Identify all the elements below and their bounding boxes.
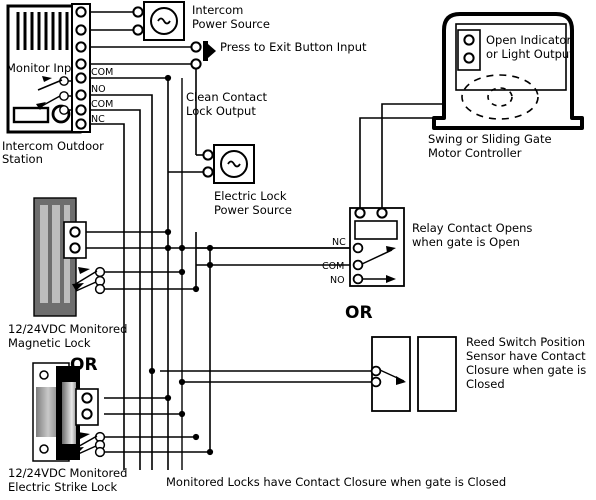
power-terminal-2[interactable] bbox=[132, 24, 144, 36]
relay-label-nc: NC bbox=[332, 237, 346, 248]
maglock-terminal-2[interactable] bbox=[69, 242, 81, 254]
press-to-exit-button[interactable]: Press to Exit Button Input bbox=[190, 40, 367, 70]
terminal-5-com[interactable] bbox=[75, 72, 87, 84]
clean-contact-caption-2: Lock Output bbox=[186, 104, 256, 118]
relay-note-2: when gate is Open bbox=[412, 235, 520, 249]
nameplate bbox=[12, 106, 50, 124]
relay-coil-terminal-2[interactable] bbox=[376, 207, 388, 219]
relay-contact-module[interactable]: NC COM NO Relay Contact Opens when gate … bbox=[322, 207, 532, 287]
electric-lock-power-caption-1: Electric Lock bbox=[214, 189, 287, 203]
clean-contact-caption-1: Clean Contact bbox=[186, 90, 268, 104]
maglock-stripe-2 bbox=[52, 205, 60, 303]
relay-coil-body bbox=[354, 220, 398, 240]
lock-power-terminal-1[interactable] bbox=[202, 149, 214, 161]
wire-junctions bbox=[148, 60, 214, 456]
intercom-terminal-strip[interactable]: COM NO COM NC bbox=[71, 3, 113, 133]
maglock-monitor-contacts bbox=[72, 266, 106, 295]
terminal-7-com[interactable] bbox=[75, 104, 87, 116]
open-indicator-terminal-1[interactable] bbox=[463, 34, 475, 46]
relay-terminal-com[interactable] bbox=[352, 259, 364, 271]
reed-terminal-2[interactable] bbox=[370, 376, 382, 388]
strike-terminal-2[interactable] bbox=[81, 408, 93, 420]
strike-caption-1: 12/24VDC Monitored bbox=[8, 466, 127, 480]
footer-note: Monitored Locks have Contact Closure whe… bbox=[166, 475, 506, 489]
maglock-stripe-1 bbox=[40, 205, 48, 303]
reed-magnet-body[interactable] bbox=[417, 336, 457, 412]
clean-contact-lock-output-label: Clean Contact Lock Output bbox=[186, 90, 268, 118]
reed-note-4: Closed bbox=[466, 377, 505, 391]
exit-terminal-1[interactable] bbox=[190, 41, 202, 53]
intercom-power-caption-1: Intercom bbox=[192, 3, 243, 17]
gate-controller-caption-1: Swing or Sliding Gate bbox=[428, 132, 552, 146]
magnetic-lock[interactable]: 12/24VDC Monitored Magnetic Lock bbox=[8, 197, 127, 350]
reed-switch-sensor[interactable]: Reed Switch Position Sensor have Contact… bbox=[370, 335, 587, 412]
electric-strike-lock[interactable]: 12/24VDC Monitored Electric Strike Lock bbox=[8, 362, 127, 494]
relay-note-1: Relay Contact Opens bbox=[412, 221, 532, 235]
open-indicator-label-2: or Light Output bbox=[486, 47, 574, 61]
relay-label-com: COM bbox=[322, 261, 344, 272]
maglock-terminal-1[interactable] bbox=[69, 226, 81, 238]
terminal-6-no[interactable] bbox=[75, 89, 87, 101]
strike-caption-2: Electric Strike Lock bbox=[8, 480, 118, 494]
intercom-power-source[interactable]: Intercom Power Source bbox=[132, 1, 270, 41]
strike-screw-hole-2 bbox=[39, 444, 49, 454]
relay-terminal-nc[interactable] bbox=[352, 242, 364, 254]
terminal-label-com-2: COM bbox=[91, 99, 113, 110]
intercom-caption-2: Station bbox=[2, 152, 43, 166]
reed-note-2: Sensor have Contact bbox=[466, 349, 586, 363]
terminal-1[interactable] bbox=[75, 6, 87, 18]
relay-label-no: NO bbox=[330, 275, 345, 286]
reed-note-1: Reed Switch Position bbox=[466, 335, 585, 349]
open-indicator-label-1: Open Indicator bbox=[486, 33, 571, 47]
reed-note-3: Closure when gate is bbox=[466, 363, 586, 377]
electric-lock-power-source[interactable]: Electric Lock Power Source bbox=[202, 144, 292, 217]
exit-terminal-2[interactable] bbox=[190, 58, 202, 70]
intercom-caption-1: Intercom Outdoor bbox=[2, 139, 104, 153]
strike-terminal-1[interactable] bbox=[81, 392, 93, 404]
gate-motor-controller[interactable]: Open Indicator or Light Output Swing or … bbox=[428, 12, 584, 160]
lock-power-terminal-2[interactable] bbox=[202, 166, 214, 178]
relay-coil-terminal-1[interactable] bbox=[354, 207, 366, 219]
press-to-exit-label: Press to Exit Button Input bbox=[220, 40, 367, 54]
terminal-label-no: NO bbox=[91, 84, 106, 95]
wiring-diagram-svg: Monitor Input COM NO COM NC Intercom Out… bbox=[2, 1, 587, 494]
terminal-3[interactable] bbox=[75, 41, 87, 53]
strike-keeper-plate bbox=[36, 387, 58, 437]
strike-inner-plate bbox=[62, 382, 76, 444]
strike-screw-hole-1 bbox=[39, 370, 49, 380]
gate-controller-caption-2: Motor Controller bbox=[428, 146, 522, 160]
reed-terminal-1[interactable] bbox=[370, 365, 382, 377]
electric-lock-power-caption-2: Power Source bbox=[214, 203, 292, 217]
relay-terminal-no[interactable] bbox=[352, 273, 364, 285]
open-indicator-terminal-2[interactable] bbox=[463, 52, 475, 64]
terminal-8-nc[interactable] bbox=[75, 118, 87, 130]
terminal-label-com-1: COM bbox=[91, 67, 113, 78]
wiring-diagram-canvas: Monitor Input COM NO COM NC Intercom Out… bbox=[0, 0, 596, 500]
terminal-label-nc: NC bbox=[91, 114, 105, 125]
power-terminal-1[interactable] bbox=[132, 6, 144, 18]
or-sensor-label: OR bbox=[345, 303, 373, 323]
terminal-2[interactable] bbox=[75, 24, 87, 36]
intercom-power-caption-2: Power Source bbox=[192, 17, 270, 31]
maglock-caption-1: 12/24VDC Monitored bbox=[8, 322, 127, 336]
terminal-4[interactable] bbox=[75, 58, 87, 70]
push-button-icon bbox=[203, 41, 216, 61]
maglock-caption-2: Magnetic Lock bbox=[8, 336, 91, 350]
intercom-outdoor-station[interactable]: Monitor Input COM NO COM NC Intercom Out… bbox=[2, 3, 113, 166]
